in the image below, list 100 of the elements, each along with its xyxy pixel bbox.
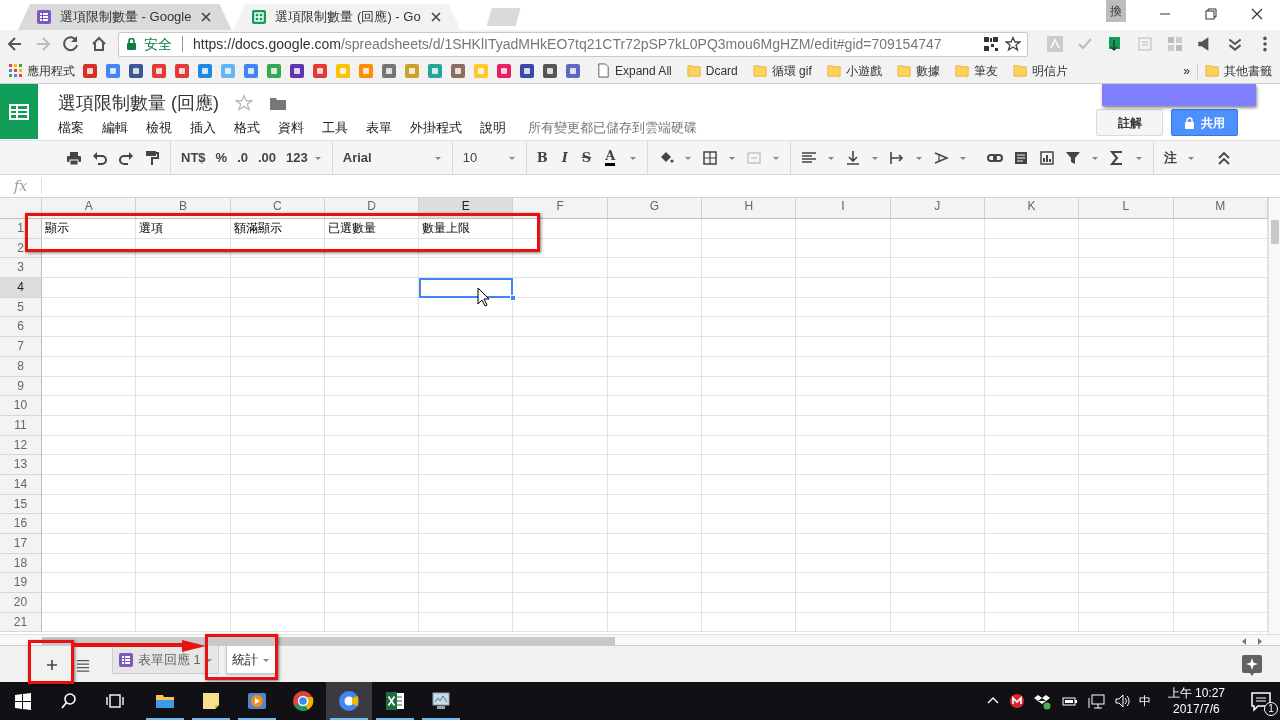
table-cell[interactable]	[230, 553, 325, 574]
table-cell[interactable]	[419, 415, 514, 436]
qr-code-icon[interactable]	[983, 36, 999, 52]
table-cell[interactable]	[702, 317, 797, 338]
table-cell[interactable]	[607, 238, 703, 259]
row-header[interactable]: 3	[0, 258, 42, 279]
table-cell[interactable]	[136, 258, 231, 279]
bookmark-link[interactable]: 其他書籤	[1224, 61, 1272, 80]
table-cell[interactable]	[607, 258, 703, 279]
table-cell[interactable]: 額滿顯示	[230, 219, 325, 239]
wrap-icon[interactable]	[889, 149, 906, 166]
table-cell[interactable]	[890, 396, 985, 416]
table-cell[interactable]	[890, 238, 985, 259]
back-icon[interactable]	[6, 35, 24, 53]
table-cell[interactable]	[984, 337, 1080, 357]
table-cell[interactable]	[796, 514, 891, 534]
table-cell[interactable]	[513, 534, 608, 554]
table-cell[interactable]	[1173, 474, 1268, 495]
table-cell[interactable]	[419, 435, 514, 456]
table-cell[interactable]	[136, 356, 231, 377]
table-cell[interactable]	[702, 258, 797, 279]
table-cell[interactable]	[796, 337, 891, 357]
bookmark-link[interactable]: Expand All	[615, 61, 672, 80]
column-header[interactable]: F	[513, 198, 608, 219]
table-cell[interactable]	[42, 278, 137, 298]
table-cell[interactable]	[1173, 278, 1268, 298]
table-cell[interactable]	[136, 435, 231, 456]
row-header[interactable]: 9	[0, 376, 42, 397]
table-cell[interactable]	[702, 337, 797, 357]
table-cell[interactable]	[513, 612, 608, 633]
table-cell[interactable]	[1079, 337, 1174, 357]
font-dropdown[interactable]: Arial	[342, 147, 424, 168]
select-all-corner[interactable]	[0, 198, 42, 219]
browser-tab[interactable]: 選項限制數量 - Google	[18, 4, 232, 30]
table-cell[interactable]	[1079, 494, 1174, 515]
table-cell[interactable]	[890, 356, 985, 377]
filter-icon[interactable]	[1065, 149, 1082, 166]
bookmark-link[interactable]: 數據	[915, 61, 940, 80]
table-cell[interactable]	[796, 317, 891, 338]
taskbar-app[interactable]	[326, 682, 372, 720]
table-cell[interactable]	[890, 376, 985, 397]
table-cell[interactable]	[984, 376, 1080, 397]
table-cell[interactable]	[607, 455, 703, 475]
table-cell[interactable]	[890, 415, 985, 436]
bookmark-link[interactable]: 明信片	[1031, 61, 1068, 80]
style-button[interactable]: B	[536, 147, 548, 168]
scroll-right-icon[interactable]	[1256, 636, 1264, 647]
table-cell[interactable]	[890, 593, 985, 613]
table-cell[interactable]	[984, 317, 1080, 338]
table-cell[interactable]	[890, 258, 985, 279]
table-cell[interactable]	[1079, 455, 1174, 475]
table-cell[interactable]	[1173, 593, 1268, 613]
table-cell[interactable]	[324, 494, 420, 515]
table-cell[interactable]	[702, 297, 797, 318]
table-cell[interactable]: 數量上限	[419, 219, 514, 239]
table-cell[interactable]	[513, 573, 608, 594]
table-cell[interactable]	[419, 258, 514, 279]
bookmark-star-icon[interactable]	[1005, 36, 1021, 52]
comment-icon[interactable]	[1013, 149, 1030, 166]
table-cell[interactable]	[136, 317, 231, 338]
row-header[interactable]: 10	[0, 396, 42, 416]
table-cell[interactable]	[607, 219, 703, 239]
table-cell[interactable]	[324, 415, 420, 436]
table-cell[interactable]	[42, 514, 137, 534]
table-cell[interactable]	[607, 573, 703, 594]
table-cell[interactable]	[1173, 356, 1268, 377]
sheets-logo[interactable]	[0, 84, 38, 139]
table-cell[interactable]	[890, 297, 985, 318]
table-cell[interactable]	[984, 514, 1080, 534]
table-cell[interactable]	[513, 317, 608, 338]
favicon-icon[interactable]	[565, 62, 581, 79]
table-cell[interactable]	[1079, 317, 1174, 338]
row-header[interactable]: 15	[0, 494, 42, 515]
table-cell[interactable]	[230, 573, 325, 594]
table-cell[interactable]	[1079, 376, 1174, 397]
table-cell[interactable]	[419, 514, 514, 534]
table-cell[interactable]	[1079, 474, 1174, 495]
bookmark-link[interactable]: 應用程式	[27, 61, 75, 80]
table-cell[interactable]	[702, 278, 797, 298]
table-cell[interactable]	[796, 376, 891, 397]
table-cell[interactable]	[136, 573, 231, 594]
sheet-list-icon[interactable]	[76, 658, 90, 672]
row-header[interactable]: 8	[0, 356, 42, 377]
column-header[interactable]: E	[419, 198, 514, 219]
scroll-left-icon[interactable]	[1240, 636, 1248, 647]
restore-icon[interactable]	[1203, 6, 1219, 22]
table-cell[interactable]	[42, 573, 137, 594]
align-icon[interactable]	[801, 149, 818, 166]
table-cell[interactable]	[984, 593, 1080, 613]
table-cell[interactable]	[136, 396, 231, 416]
table-cell[interactable]	[513, 297, 608, 318]
table-cell[interactable]	[1079, 573, 1174, 594]
home-icon[interactable]	[90, 35, 108, 53]
folder-icon[interactable]	[269, 95, 287, 111]
table-cell[interactable]	[136, 474, 231, 495]
table-cell[interactable]	[1079, 238, 1174, 259]
favicon-icon[interactable]	[381, 62, 397, 79]
table-cell[interactable]	[984, 573, 1080, 594]
table-cell[interactable]	[230, 455, 325, 475]
menu-item[interactable]: 檢視	[146, 118, 172, 138]
